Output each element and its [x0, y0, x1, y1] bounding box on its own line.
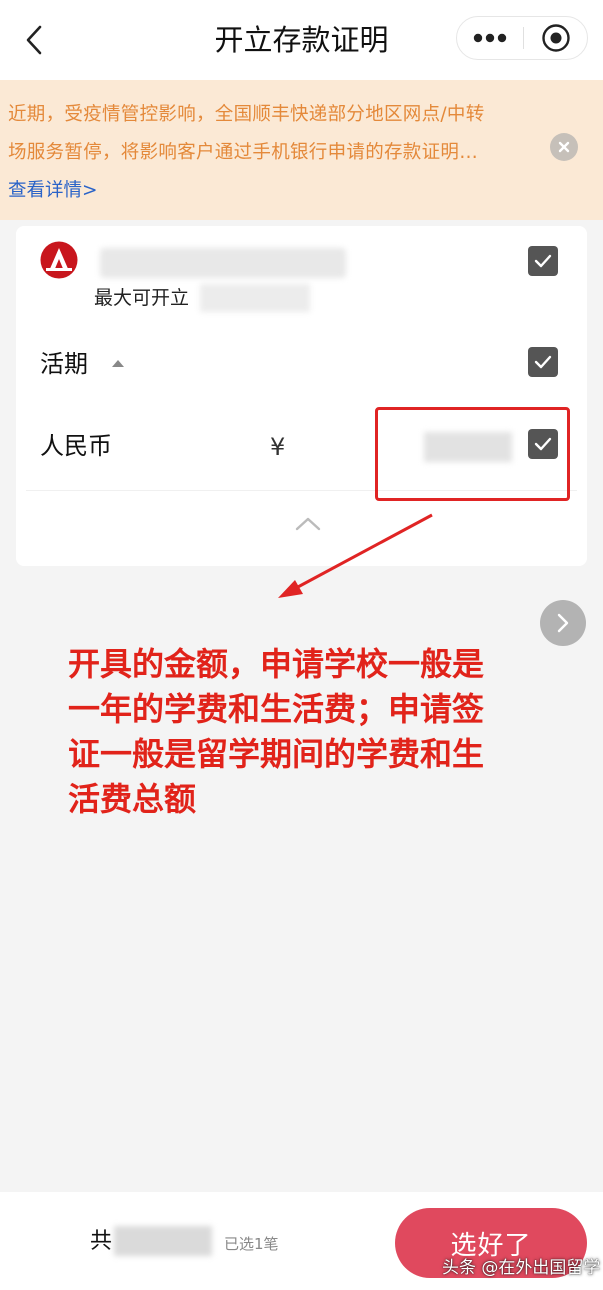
- notice-line: 近期，受疫情管控影响，全国顺丰快递部分地区网点/中转: [8, 104, 485, 125]
- notice-line: 场服务暂停，将影响客户通过手机银行申请的存款证明…: [8, 142, 479, 163]
- account-number-redacted: [100, 248, 346, 278]
- account-card: 最大可开立 活期 人民币 ¥: [16, 226, 587, 566]
- annotation-line: 证一般是留学期间的学费和生: [68, 735, 485, 773]
- close-mini-program-button[interactable]: [524, 17, 588, 59]
- more-dots-icon: [473, 33, 507, 43]
- top-navbar: 开立存款证明: [0, 0, 603, 80]
- close-icon: [558, 141, 570, 153]
- annotation-line: 开具的金额，申请学校一般是: [68, 645, 485, 683]
- total-amount-redacted: [114, 1226, 212, 1256]
- more-button[interactable]: [457, 17, 523, 59]
- max-amount-label: 最大可开立: [94, 287, 190, 309]
- chevron-right-icon: [557, 613, 569, 633]
- annotation-highlight-box: [375, 407, 570, 501]
- next-page-button[interactable]: [540, 600, 586, 646]
- annotation-text: 开具的金额，申请学校一般是 一年的学费和生活费；申请签 证一般是留学期间的学费和…: [68, 642, 528, 822]
- checkmark-icon: [534, 254, 552, 268]
- account-checkbox[interactable]: [528, 246, 558, 276]
- view-details-link[interactable]: 查看详情>: [8, 172, 98, 210]
- selected-count: 已选1笔: [224, 1235, 279, 1253]
- target-circle-icon: [542, 24, 570, 52]
- caret-up-icon[interactable]: [111, 359, 125, 368]
- annotation-line: 活费总额: [68, 780, 197, 818]
- checkmark-icon: [534, 355, 552, 369]
- bank-logo-icon: [40, 241, 78, 279]
- total-label: 共: [90, 1229, 113, 1254]
- currency-label: 人民币: [40, 432, 112, 460]
- chevron-up-icon[interactable]: [294, 516, 322, 532]
- currency-symbol: ¥: [270, 433, 286, 461]
- notice-text: 近期，受疫情管控影响，全国顺丰快递部分地区网点/中转 场服务暂停，将影响客户通过…: [8, 96, 538, 172]
- section-label-current[interactable]: 活期: [40, 346, 88, 382]
- section-checkbox[interactable]: [528, 347, 558, 377]
- notice-banner: 近期，受疫情管控影响，全国顺丰快递部分地区网点/中转 场服务暂停，将影响客户通过…: [0, 80, 603, 220]
- notice-close-button[interactable]: [550, 133, 578, 161]
- annotation-line: 一年的学费和生活费；申请签: [68, 690, 485, 728]
- watermark: 头条 @在外出国留学: [442, 1258, 601, 1278]
- mini-program-capsule: [456, 16, 588, 60]
- max-amount-redacted: [200, 284, 310, 312]
